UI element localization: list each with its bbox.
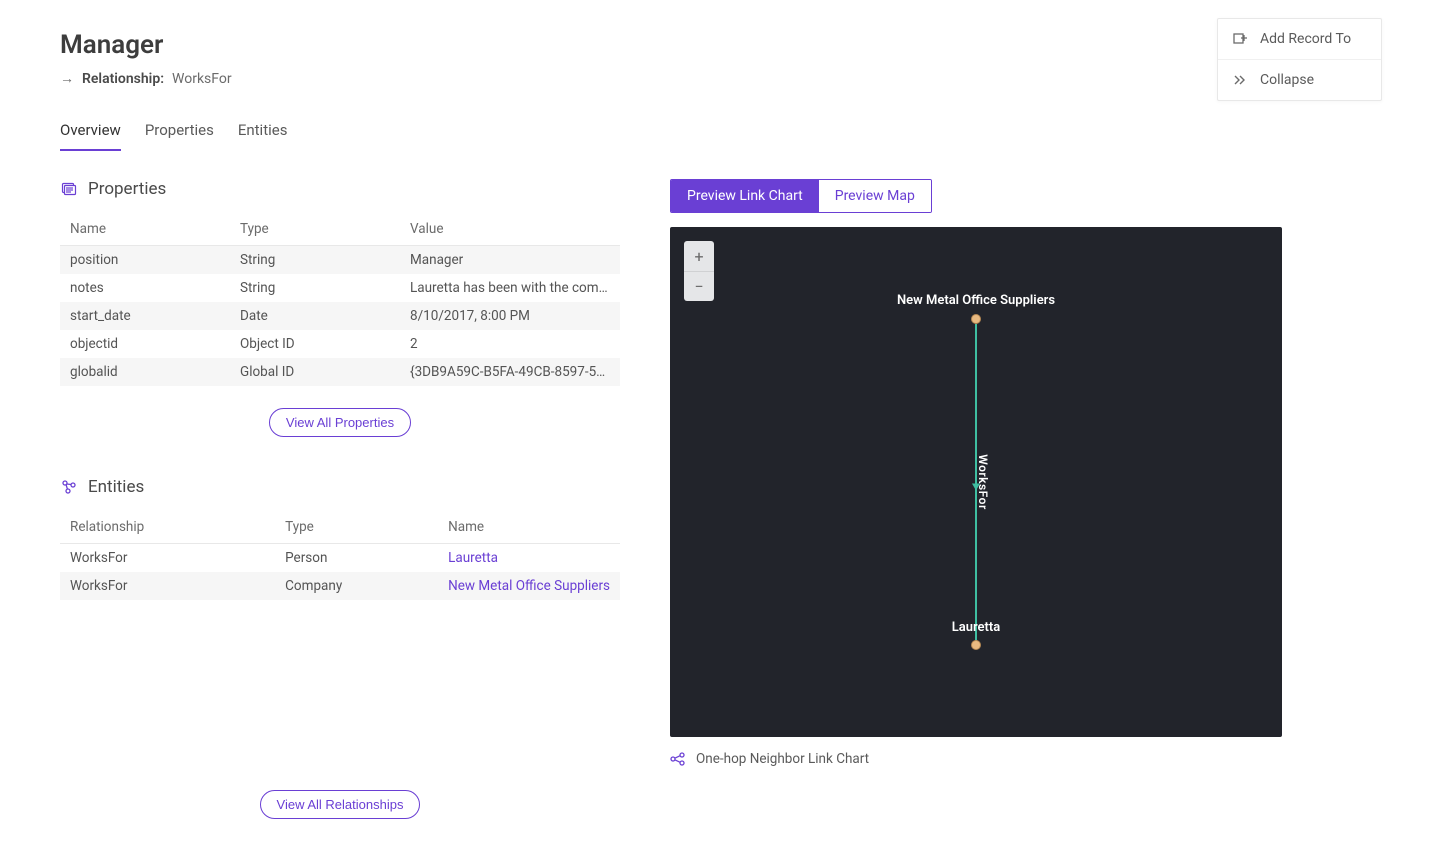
table-row: objectid Object ID 2 [60, 330, 620, 358]
add-record-label: Add Record To [1260, 31, 1351, 47]
prop-name: globalid [60, 358, 230, 386]
table-row: WorksFor Company New Metal Office Suppli… [60, 572, 620, 600]
prop-value: Manager [400, 246, 620, 275]
link-chart-canvas[interactable]: + − New Metal Office Suppliers WorksFor … [670, 227, 1282, 737]
prop-col-name: Name [60, 213, 230, 246]
collapse-button[interactable]: Collapse [1218, 59, 1381, 100]
collapse-icon [1232, 72, 1248, 88]
chart-node-top-label: New Metal Office Suppliers [897, 293, 1055, 308]
collapse-label: Collapse [1260, 72, 1314, 88]
tab-properties[interactable]: Properties [145, 121, 214, 151]
entities-section-head: Entities [60, 477, 620, 497]
add-record-icon [1232, 31, 1248, 47]
prop-name: position [60, 246, 230, 275]
prop-type: String [230, 274, 400, 302]
chart-footer: One-hop Neighbor Link Chart [670, 751, 1392, 767]
ent-type: Company [275, 572, 438, 600]
add-record-to-button[interactable]: Add Record To [1218, 19, 1381, 59]
entities-icon [60, 478, 78, 496]
zoom-out-button[interactable]: − [684, 271, 714, 301]
relationship-value: WorksFor [172, 71, 232, 87]
prop-name: start_date [60, 302, 230, 330]
prop-value: 8/10/2017, 8:00 PM [400, 302, 620, 330]
prop-value: 2 [400, 330, 620, 358]
prop-type: String [230, 246, 400, 275]
tab-entities[interactable]: Entities [238, 121, 288, 151]
ent-col-relationship: Relationship [60, 511, 275, 544]
preview-map-button[interactable]: Preview Map [819, 180, 931, 212]
chart-toggle: Preview Link Chart Preview Map [670, 179, 932, 213]
zoom-in-button[interactable]: + [684, 241, 714, 271]
ent-name-link[interactable]: Lauretta [438, 544, 620, 573]
properties-table: Name Type Value position String Manager … [60, 213, 620, 386]
properties-section-title: Properties [88, 179, 166, 199]
table-row: WorksFor Person Lauretta [60, 544, 620, 573]
properties-section-head: Properties [60, 179, 620, 199]
table-row: notes String Lauretta has been with the … [60, 274, 620, 302]
tabs: Overview Properties Entities [60, 121, 1392, 151]
chart-node-top-dot[interactable] [971, 314, 981, 324]
prop-type: Global ID [230, 358, 400, 386]
prop-col-type: Type [230, 213, 400, 246]
preview-link-chart-button[interactable]: Preview Link Chart [671, 180, 819, 212]
relationship-subtitle: → Relationship: WorksFor [60, 70, 1392, 87]
table-row: globalid Global ID {3DB9A59C-B5FA-49CB-8… [60, 358, 620, 386]
entities-section-title: Entities [88, 477, 144, 497]
entities-table: Relationship Type Name WorksFor Person L… [60, 511, 620, 600]
graph-icon [670, 751, 686, 767]
ent-relationship: WorksFor [60, 572, 275, 600]
actions-menu: Add Record To Collapse [1217, 18, 1382, 101]
chart-node-bottom-label: Lauretta [952, 620, 1001, 635]
arrow-icon: → [60, 70, 74, 87]
zoom-control: + − [684, 241, 714, 301]
prop-value: {3DB9A59C-B5FA-49CB-8597-5097… [400, 358, 620, 386]
ent-type: Person [275, 544, 438, 573]
prop-value: Lauretta has been with the compan… [400, 274, 620, 302]
ent-col-name: Name [438, 511, 620, 544]
ent-col-type: Type [275, 511, 438, 544]
prop-name: notes [60, 274, 230, 302]
chart-node-bottom-dot[interactable] [971, 640, 981, 650]
table-row: start_date Date 8/10/2017, 8:00 PM [60, 302, 620, 330]
prop-type: Date [230, 302, 400, 330]
page-title: Manager [60, 30, 1392, 60]
ent-name-link[interactable]: New Metal Office Suppliers [438, 572, 620, 600]
prop-name: objectid [60, 330, 230, 358]
view-all-properties-button[interactable]: View All Properties [269, 408, 411, 437]
table-row: position String Manager [60, 246, 620, 275]
prop-col-value: Value [400, 213, 620, 246]
properties-icon [60, 180, 78, 198]
tab-overview[interactable]: Overview [60, 121, 121, 151]
chart-footer-label: One-hop Neighbor Link Chart [696, 751, 869, 767]
prop-type: Object ID [230, 330, 400, 358]
relationship-label: Relationship: [82, 71, 164, 87]
chart-edge-label: WorksFor [976, 454, 990, 510]
ent-relationship: WorksFor [60, 544, 275, 573]
view-all-relationships-button[interactable]: View All Relationships [260, 790, 421, 819]
